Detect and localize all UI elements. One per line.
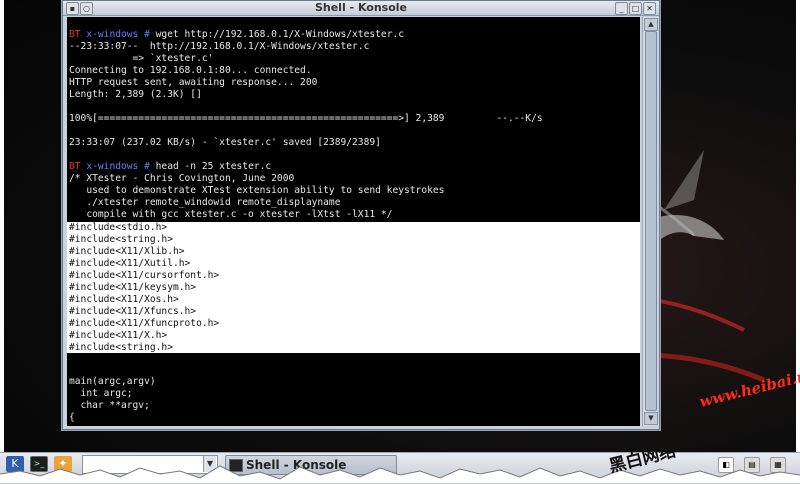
terminal-line: { — [69, 412, 75, 423]
torn-paper-edge — [0, 465, 800, 483]
terminal-line: 23:33:07 (237.02 KB/s) - `xtester.c' sav… — [69, 137, 381, 148]
vertical-scrollbar[interactable]: ▲ ▼ — [642, 17, 658, 426]
selected-line: #include<X11/Xos.h> — [69, 294, 179, 305]
selected-line: #include<X11/Xlib.h> — [69, 246, 185, 257]
selected-line: #include<X11/cursorfont.h> — [69, 270, 220, 281]
minimize-button[interactable]: _ — [615, 2, 628, 15]
selected-line: #include<X11/Xfuncs.h> — [69, 306, 197, 317]
konsole-window[interactable]: ▪ ○ Shell - Konsole _ □ ✕ BT x-windows #… — [62, 0, 660, 430]
scroll-up-arrow-icon[interactable]: ▲ — [644, 18, 658, 31]
terminal-progress-line: 100%[===================================… — [69, 113, 543, 124]
selected-line: #include<stdio.h> — [69, 222, 168, 233]
scrollbar-thumb[interactable] — [645, 31, 657, 411]
window-titlebar[interactable]: ▪ ○ Shell - Konsole _ □ ✕ — [63, 1, 659, 16]
selected-line: #include<X11/X.h> — [69, 330, 168, 341]
prompt-bt: BT — [69, 161, 81, 172]
terminal-line: Connecting to 192.168.0.1:80... connecte… — [69, 65, 312, 76]
prompt-host: x-windows # — [80, 29, 150, 40]
command-text: head -n 25 xtester.c — [149, 161, 272, 172]
selected-line: #include<X11/Xutil.h> — [69, 258, 191, 269]
selected-line: #include<string.h> — [69, 342, 173, 353]
terminal-line-prompt: BT x-windows # head -n 25 xtester.c — [69, 161, 271, 173]
scroll-down-arrow-icon[interactable]: ▼ — [644, 412, 658, 425]
terminal-line: ./xtester remote_windowid remote_display… — [69, 197, 341, 208]
selected-line: #include<string.h> — [69, 234, 173, 245]
terminal-line: HTTP request sent, awaiting response... … — [69, 77, 318, 88]
terminal-line: compile with gcc xtester.c -o xtester -l… — [69, 209, 393, 220]
close-button[interactable]: ✕ — [643, 2, 656, 15]
terminal-line: used to demonstrate XTest extension abil… — [69, 185, 445, 196]
terminal-line: Length: 2,389 (2.3K) [] — [69, 89, 202, 100]
selected-line: #include<X11/keysym.h> — [69, 282, 197, 293]
terminal-line: int argc; — [69, 388, 133, 399]
terminal-line: main(argc,argv) — [69, 376, 156, 387]
terminal-line: /* XTester - Chris Covington, June 2000 — [69, 173, 295, 184]
terminal-line: => `xtester.c' — [69, 53, 214, 64]
selected-line: #include<X11/Xfuncproto.h> — [69, 318, 220, 329]
window-title: Shell - Konsole — [314, 1, 408, 14]
prompt-bt: BT — [69, 29, 81, 40]
terminal-line: char **argv; — [69, 400, 150, 411]
terminal-line: --23:33:07-- http://192.168.0.1/X-Window… — [69, 41, 370, 52]
terminal-line-prompt: BT x-windows # wget http://192.168.0.1/X… — [69, 29, 404, 41]
terminal-view[interactable]: BT x-windows # wget http://192.168.0.1/X… — [67, 17, 640, 426]
command-text: wget http://192.168.0.1/X-Windows/xteste… — [149, 29, 405, 40]
maximize-button[interactable]: □ — [629, 2, 642, 15]
prompt-host: x-windows # — [80, 161, 150, 172]
